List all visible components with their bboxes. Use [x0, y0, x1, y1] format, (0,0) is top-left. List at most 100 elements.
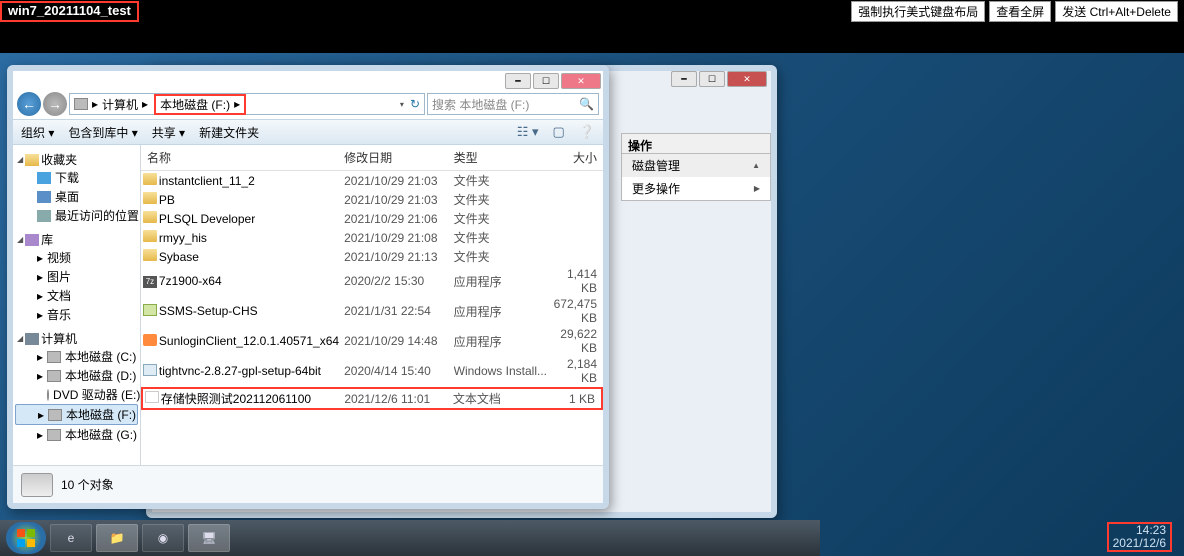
drive-icon [47, 429, 61, 441]
taskbar-explorer-button[interactable]: 📁 [96, 524, 138, 552]
drive-icon [48, 409, 62, 421]
file-name: SunloginClient_12.0.1.40571_x64 [159, 334, 344, 348]
column-date[interactable]: 修改日期 [344, 149, 454, 166]
new-folder-button[interactable]: 新建文件夹 [199, 124, 259, 141]
file-list-header[interactable]: 名称 修改日期 类型 大小 [141, 145, 603, 171]
address-bar[interactable]: ▸ 计算机 ▸ 本地磁盘 (F:) ▸ ▾ ↻ [69, 93, 425, 115]
column-type[interactable]: 类型 [454, 149, 554, 166]
nav-pane[interactable]: ◢ 收藏夹 下载 桌面 最近访问的位置 ◢ 库 ▸ 视频 ▸ 图片 ▸ 文档 ▸… [13, 145, 141, 465]
file-row[interactable]: PB2021/10/29 21:03文件夹 [141, 190, 603, 209]
nav-forward-button[interactable]: → [43, 92, 67, 116]
actions-pane: 磁盘管理▲ 更多操作▶ [621, 153, 771, 201]
sidebar-libraries-header[interactable]: ◢ 库 [13, 231, 140, 248]
sidebar-item-downloads[interactable]: 下载 [13, 168, 140, 187]
file-date: 2020/4/14 15:40 [344, 364, 454, 378]
sidebar-item-recent[interactable]: 最近访问的位置 [13, 206, 140, 225]
file-row[interactable]: PLSQL Developer2021/10/29 21:06文件夹 [141, 209, 603, 228]
file-date: 2021/10/29 14:48 [344, 334, 454, 348]
minimize-button[interactable]: ━ [671, 71, 697, 87]
sidebar-item-desktop[interactable]: 桌面 [13, 187, 140, 206]
file-name: 7z1900-x64 [159, 274, 344, 288]
tray-date: 2021/12/6 [1113, 537, 1166, 550]
close-button[interactable]: ✕ [727, 71, 767, 87]
file-row[interactable]: instantclient_11_22021/10/29 21:03文件夹 [141, 171, 603, 190]
column-size[interactable]: 大小 [553, 149, 603, 166]
sidebar-favorites-header[interactable]: ◢ 收藏夹 [13, 151, 140, 168]
file-type: 文本文档 [453, 390, 552, 407]
file-type: 文件夹 [454, 248, 554, 265]
collapse-icon: ▲ [752, 161, 760, 170]
preview-pane-icon[interactable]: ▢ [553, 124, 565, 140]
sidebar-item-drive-f[interactable]: ▸ 本地磁盘 (F:) [15, 404, 138, 425]
chevron-down-icon[interactable]: ▾ [400, 100, 404, 109]
sidebar-item-videos[interactable]: ▸ 视频 [13, 248, 140, 267]
share-menu[interactable]: 共享 ▾ [152, 124, 185, 141]
minimize-button[interactable]: ━ [505, 73, 531, 89]
taskbar-chrome-button[interactable]: ◉ [142, 524, 184, 552]
refresh-icon[interactable]: ↻ [410, 97, 420, 111]
sidebar-item-music[interactable]: ▸ 音乐 [13, 305, 140, 324]
help-icon[interactable]: ❔ [579, 124, 595, 140]
sidebar-item-dvd-e[interactable]: ▸ DVD 驱动器 (E:) [13, 385, 140, 404]
tray-clock-highlight: 14:23 2021/12/6 [1107, 522, 1172, 552]
file-row[interactable]: SSMS-Setup-CHS2021/1/31 22:54应用程序672,475… [141, 296, 603, 326]
file-type: 应用程序 [454, 273, 554, 290]
send-cad-button[interactable]: 发送 Ctrl+Alt+Delete [1055, 1, 1178, 22]
file-date: 2020/2/2 15:30 [344, 274, 454, 288]
file-row[interactable]: 存储快照测试2021120611002021/12/6 11:01文本文档1 K… [141, 387, 603, 410]
viewer-top-bar: win7_20211104_test 强制执行美式键盘布局 查看全屏 发送 Ct… [0, 0, 1184, 22]
status-bar: 10 个对象 [13, 465, 603, 503]
file-type: 文件夹 [454, 210, 554, 227]
file-type-icon [141, 364, 159, 379]
file-type-icon [141, 173, 159, 188]
file-row[interactable]: tightvnc-2.8.27-gpl-setup-64bit2020/4/14… [141, 356, 603, 386]
file-date: 2021/10/29 21:03 [344, 193, 454, 207]
actions-more[interactable]: 更多操作▶ [622, 177, 770, 200]
file-row[interactable]: SunloginClient_12.0.1.40571_x642021/10/2… [141, 326, 603, 356]
file-type: 应用程序 [454, 303, 554, 320]
explorer-toolbar: 组织 ▾ 包含到库中 ▾ 共享 ▾ 新建文件夹 ☷ ▾ ▢ ❔ [13, 119, 603, 145]
vm-name-highlight: win7_20211104_test [0, 1, 139, 22]
sidebar-item-documents[interactable]: ▸ 文档 [13, 286, 140, 305]
file-name: PLSQL Developer [159, 212, 344, 226]
file-row[interactable]: 7z7z1900-x642020/2/2 15:30应用程序1,414 KB [141, 266, 603, 296]
system-tray[interactable]: 14:23 2021/12/6 [1107, 522, 1172, 552]
file-date: 2021/10/29 21:08 [344, 231, 454, 245]
force-keyboard-button[interactable]: 强制执行美式键盘布局 [851, 1, 985, 22]
file-row[interactable]: rmyy_his2021/10/29 21:08文件夹 [141, 228, 603, 247]
file-date: 2021/1/31 22:54 [344, 304, 454, 318]
file-date: 2021/10/29 21:03 [344, 174, 454, 188]
sidebar-item-drive-d[interactable]: ▸ 本地磁盘 (D:) [13, 366, 140, 385]
close-button[interactable]: ✕ [561, 73, 601, 89]
search-box[interactable]: 搜索 本地磁盘 (F:) 🔍 [427, 93, 599, 115]
nav-back-button[interactable]: ← [17, 92, 41, 116]
fullscreen-button[interactable]: 查看全屏 [989, 1, 1051, 22]
breadcrumb-drive[interactable]: 本地磁盘 (F:) [160, 96, 230, 113]
maximize-button[interactable]: ☐ [533, 73, 559, 89]
view-options-icon[interactable]: ☷ ▾ [517, 124, 539, 140]
taskbar[interactable]: e 📁 ◉ 🖥 [0, 520, 820, 556]
actions-disk-mgmt[interactable]: 磁盘管理▲ [622, 154, 770, 177]
maximize-button[interactable]: ☐ [699, 71, 725, 87]
chevron-right-icon: ▶ [754, 184, 760, 193]
breadcrumb-computer[interactable]: 计算机 [102, 96, 138, 113]
desktop-icon [37, 191, 51, 203]
file-row[interactable]: Sybase2021/10/29 21:13文件夹 [141, 247, 603, 266]
library-icon [25, 234, 39, 246]
organize-menu[interactable]: 组织 ▾ [21, 124, 54, 141]
sidebar-item-drive-c[interactable]: ▸ 本地磁盘 (C:) [13, 347, 140, 366]
start-button[interactable] [6, 522, 46, 554]
sidebar-computer-header[interactable]: ◢ 计算机 [13, 330, 140, 347]
column-name[interactable]: 名称 [141, 149, 344, 166]
remote-desktop[interactable]: ━ ☐ ✕ 操作 磁盘管理▲ 更多操作▶ ━ ☐ ✕ ← → ▸ 计算机 [0, 53, 1184, 556]
sidebar-item-pictures[interactable]: ▸ 图片 [13, 267, 140, 286]
file-list[interactable]: 名称 修改日期 类型 大小 instantclient_11_22021/10/… [141, 145, 603, 465]
file-type-icon [141, 304, 159, 319]
sidebar-item-drive-g[interactable]: ▸ 本地磁盘 (G:) [13, 425, 140, 444]
taskbar-diskmgmt-button[interactable]: 🖥 [188, 524, 230, 552]
include-library-menu[interactable]: 包含到库中 ▾ [68, 124, 137, 141]
file-date: 2021/12/6 11:01 [344, 392, 453, 406]
explorer-window[interactable]: ━ ☐ ✕ ← → ▸ 计算机 ▸ 本地磁盘 (F:) ▸ ▾ ↻ 搜索 本地磁… [7, 65, 609, 509]
drive-large-icon [21, 473, 53, 497]
taskbar-ie-button[interactable]: e [50, 524, 92, 552]
